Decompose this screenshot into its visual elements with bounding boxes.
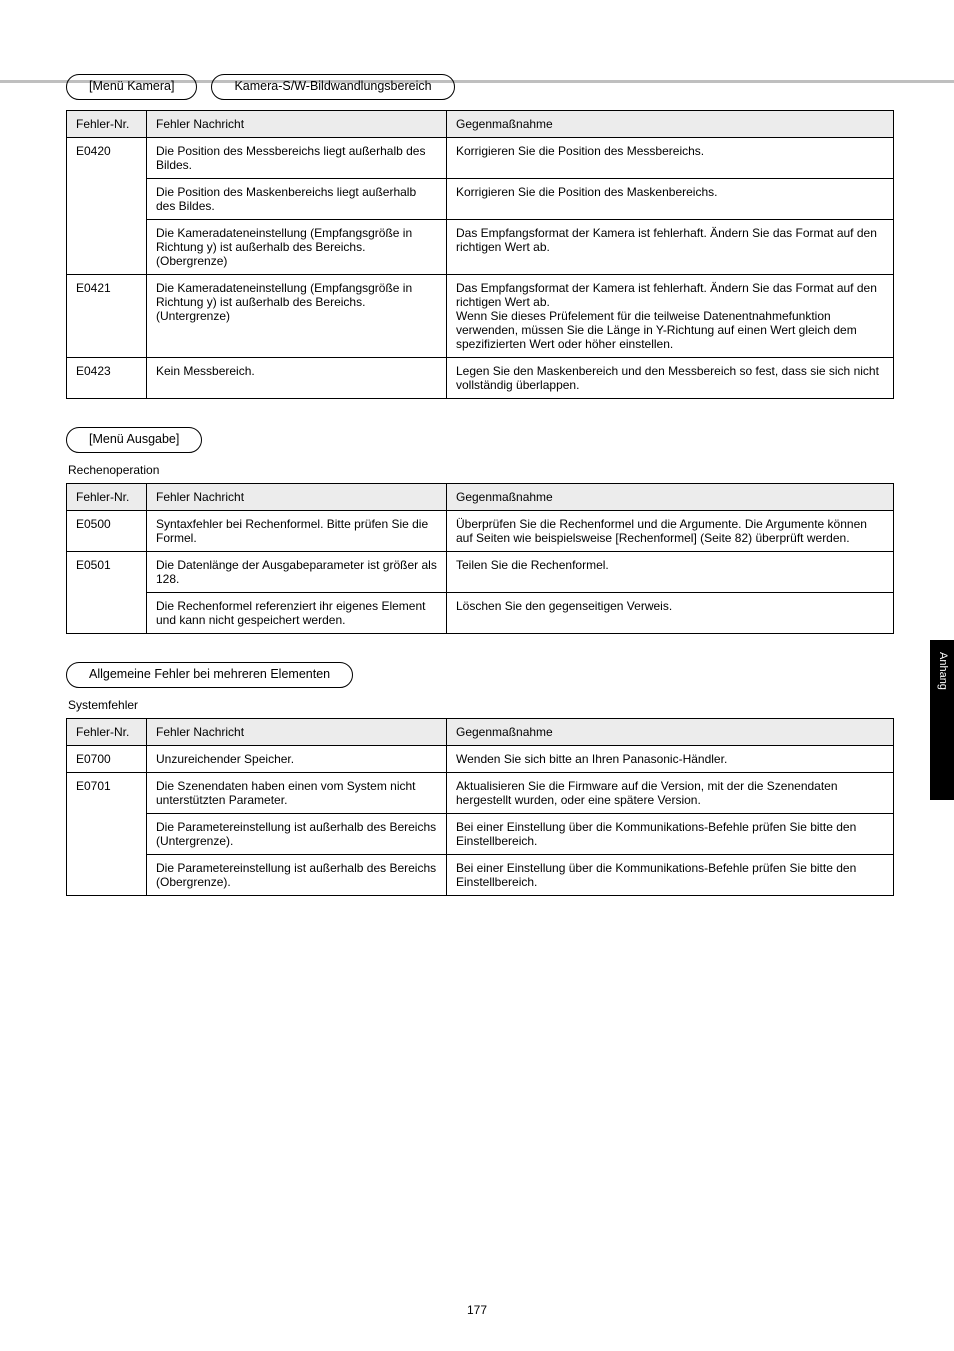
error-fix: Überprüfen Sie die Rechenformel und die … xyxy=(447,511,894,552)
table-row: E0701Die Szenendaten haben einen vom Sys… xyxy=(67,773,894,814)
section: Allgemeine Fehler bei mehreren Elementen… xyxy=(66,662,894,896)
error-no: E0701 xyxy=(67,773,147,896)
error-fix: Korrigieren Sie die Position des Messber… xyxy=(447,138,894,179)
table-row: E0420Die Position des Messbereichs liegt… xyxy=(67,138,894,179)
table-header: Gegenmaßnahme xyxy=(447,484,894,511)
error-message: Unzureichender Speicher. xyxy=(147,746,447,773)
chip-row: [Menü Kamera] Kamera-S/W-Bildwandlungsber… xyxy=(66,74,894,100)
chip-row: [Menü Ausgabe] xyxy=(66,427,894,453)
error-no: E0700 xyxy=(67,746,147,773)
table-header: Fehler-Nr. xyxy=(67,111,147,138)
table-row: Die Parametereinstellung ist außerhalb d… xyxy=(67,855,894,896)
error-fix: Löschen Sie den gegenseitigen Verweis. xyxy=(447,593,894,634)
table-row: E0500Syntaxfehler bei Rechenformel. Bitt… xyxy=(67,511,894,552)
error-message: Kein Messbereich. xyxy=(147,358,447,399)
table-row: Die Position des Maskenbereichs liegt au… xyxy=(67,179,894,220)
error-table: Fehler-Nr.Fehler NachrichtGegenmaßnahmeE… xyxy=(66,718,894,896)
table-header: Fehler Nachricht xyxy=(147,719,447,746)
table-row: E0423Kein Messbereich.Legen Sie den Mask… xyxy=(67,358,894,399)
error-fix: Aktualisieren Sie die Firmware auf die V… xyxy=(447,773,894,814)
table-header: Fehler-Nr. xyxy=(67,484,147,511)
error-no: E0420 xyxy=(67,138,147,275)
error-fix: Teilen Sie die Rechenformel. xyxy=(447,552,894,593)
table-header: Gegenmaßnahme xyxy=(447,111,894,138)
table-row: E0421Die Kameradateneinstellung (Empfang… xyxy=(67,275,894,358)
error-no: E0500 xyxy=(67,511,147,552)
page: [Menü Kamera] Kamera-S/W-Bildwandlungsber… xyxy=(0,0,954,1351)
table-row: Die Kameradateneinstellung (Empfangsgröß… xyxy=(67,220,894,275)
table-header: Fehler Nachricht xyxy=(147,111,447,138)
sidebar-label: Anhang xyxy=(937,652,949,690)
error-fix: Korrigieren Sie die Position des Maskenb… xyxy=(447,179,894,220)
page-number: 177 xyxy=(0,1303,954,1317)
error-fix: Legen Sie den Maskenbereich und den Mess… xyxy=(447,358,894,399)
error-fix: Bei einer Einstellung über die Kommunika… xyxy=(447,814,894,855)
section: [Menü Ausgabe] Rechenoperation Fehler-Nr.F… xyxy=(66,427,894,634)
content: [Menü Kamera] Kamera-S/W-Bildwandlungsber… xyxy=(66,74,894,896)
error-message: Die Parametereinstellung ist außerhalb d… xyxy=(147,814,447,855)
error-fix: Wenden Sie sich bitte an Ihren Panasonic… xyxy=(447,746,894,773)
error-no: E0423 xyxy=(67,358,147,399)
error-fix: Bei einer Einstellung über die Kommunika… xyxy=(447,855,894,896)
error-message: Die Datenlänge der Ausgabeparameter ist … xyxy=(147,552,447,593)
table-header: Gegenmaßnahme xyxy=(447,719,894,746)
table-row: Die Rechenformel referenziert ihr eigene… xyxy=(67,593,894,634)
section: [Menü Kamera] Kamera-S/W-Bildwandlungsber… xyxy=(66,74,894,399)
table-row: E0501Die Datenlänge der Ausgabeparameter… xyxy=(67,552,894,593)
error-table: Fehler-Nr.Fehler NachrichtGegenmaßnahmeE… xyxy=(66,110,894,399)
chip-row: Allgemeine Fehler bei mehreren Elementen xyxy=(66,662,894,688)
error-fix: Das Empfangsformat der Kamera ist fehler… xyxy=(447,220,894,275)
chip: Allgemeine Fehler bei mehreren Elementen xyxy=(66,662,353,688)
chip: Kamera-S/W-Bildwandlungsbereich xyxy=(211,74,454,100)
section-intro: Systemfehler xyxy=(68,698,894,712)
error-message: Die Position des Messbereichs liegt auße… xyxy=(147,138,447,179)
error-message: Die Kameradateneinstellung (Empfangsgröß… xyxy=(147,220,447,275)
error-message: Die Position des Maskenbereichs liegt au… xyxy=(147,179,447,220)
chip: [Menü Kamera] xyxy=(66,74,197,100)
error-no: E0501 xyxy=(67,552,147,634)
error-message: Die Kameradateneinstellung (Empfangsgröß… xyxy=(147,275,447,358)
section-intro: Rechenoperation xyxy=(68,463,894,477)
table-row: Die Parametereinstellung ist außerhalb d… xyxy=(67,814,894,855)
error-no: E0421 xyxy=(67,275,147,358)
error-message: Die Rechenformel referenziert ihr eigene… xyxy=(147,593,447,634)
error-fix: Das Empfangsformat der Kamera ist fehler… xyxy=(447,275,894,358)
table-header: Fehler Nachricht xyxy=(147,484,447,511)
error-message: Syntaxfehler bei Rechenformel. Bitte prü… xyxy=(147,511,447,552)
error-message: Die Parametereinstellung ist außerhalb d… xyxy=(147,855,447,896)
error-table: Fehler-Nr.Fehler NachrichtGegenmaßnahmeE… xyxy=(66,483,894,634)
table-row: E0700Unzureichender Speicher.Wenden Sie … xyxy=(67,746,894,773)
sidebar-tab: Anhang xyxy=(930,640,954,800)
chip: [Menü Ausgabe] xyxy=(66,427,202,453)
table-header: Fehler-Nr. xyxy=(67,719,147,746)
error-message: Die Szenendaten haben einen vom System n… xyxy=(147,773,447,814)
